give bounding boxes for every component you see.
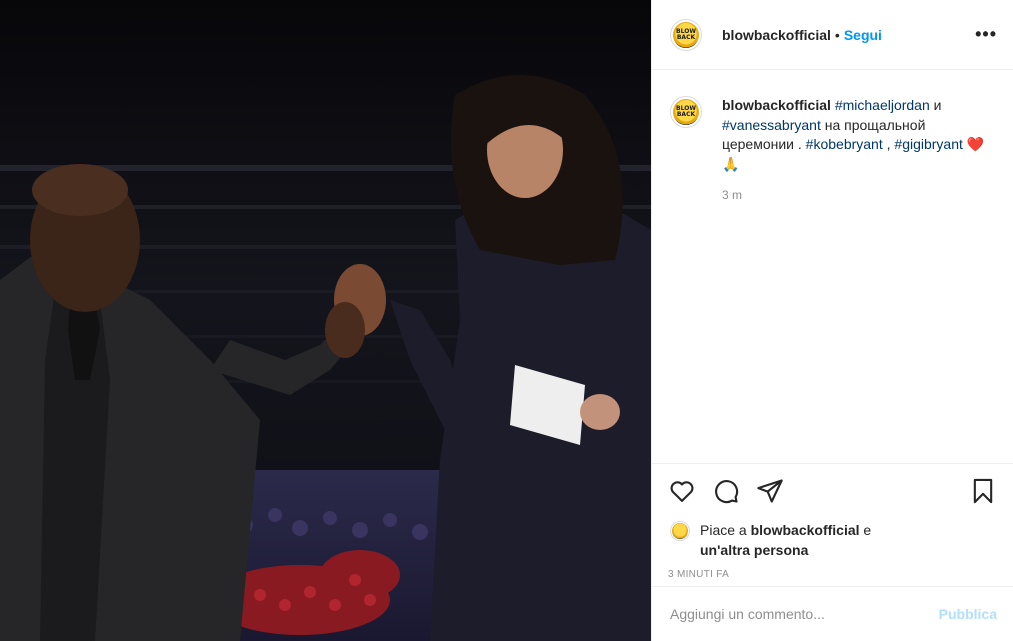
likes-others[interactable]: un'altra persona xyxy=(700,542,808,558)
heart-icon[interactable] xyxy=(668,477,696,505)
brand-logo: BLOW BACK xyxy=(673,21,699,48)
caption-text-part: , xyxy=(882,136,895,152)
post-actions: Piace a blowbackofficial e un'altra pers… xyxy=(652,463,1013,580)
bookmark-icon[interactable] xyxy=(969,477,997,505)
hashtag-michaeljordan[interactable]: #michaeljordan xyxy=(835,97,930,113)
brand-logo: BLOW BACK xyxy=(673,99,699,125)
caption: BLOW BACK blowbackofficial #michaeljorda… xyxy=(652,70,1013,202)
username-link[interactable]: blowbackofficial xyxy=(722,27,831,43)
more-options-icon[interactable]: ••• xyxy=(975,24,997,45)
caption-avatar[interactable]: BLOW BACK xyxy=(670,96,702,128)
liker-avatar[interactable] xyxy=(670,521,690,541)
comment-input[interactable] xyxy=(670,606,939,622)
comment-form: Pubblica xyxy=(652,586,1013,641)
post-timestamp[interactable]: 3 MINUTI FA xyxy=(668,569,997,580)
likes-text: Piace a blowbackofficial e un'altra pers… xyxy=(700,520,871,560)
post-header: BLOW BACK blowbackofficial • Segui ••• xyxy=(652,0,1013,70)
photo-illustration xyxy=(0,0,651,641)
hashtag-vanessabryant[interactable]: #vanessabryant xyxy=(722,117,821,133)
liker-username[interactable]: blowbackofficial xyxy=(751,522,860,538)
caption-text-part: и xyxy=(929,97,942,113)
follow-button[interactable]: Segui xyxy=(844,27,882,43)
likes-summary: Piace a blowbackofficial e un'altra pers… xyxy=(668,520,997,560)
hashtag-gigibryant[interactable]: #gigibryant xyxy=(894,136,963,152)
caption-username[interactable]: blowbackofficial xyxy=(722,97,831,113)
instagram-post: BLOW BACK blowbackofficial • Segui ••• B… xyxy=(0,0,1013,641)
hashtag-kobebryant[interactable]: #kobebryant xyxy=(806,136,883,152)
post-photo[interactable] xyxy=(0,0,651,641)
action-icons xyxy=(668,476,997,506)
paper-plane-icon[interactable] xyxy=(756,477,784,505)
likes-middle: e xyxy=(859,522,872,538)
publish-button[interactable]: Pubblica xyxy=(939,606,997,622)
comment-icon[interactable] xyxy=(712,477,740,505)
likes-prefix: Piace a xyxy=(700,522,751,538)
separator-dot: • xyxy=(834,26,840,43)
avatar[interactable]: BLOW BACK xyxy=(670,18,702,51)
post-side-panel: BLOW BACK blowbackofficial • Segui ••• B… xyxy=(651,0,1013,641)
brand-logo xyxy=(672,523,688,539)
caption-text: blowbackofficial #michaeljordan и #vanes… xyxy=(722,96,992,174)
caption-time: 3 m xyxy=(722,188,743,202)
